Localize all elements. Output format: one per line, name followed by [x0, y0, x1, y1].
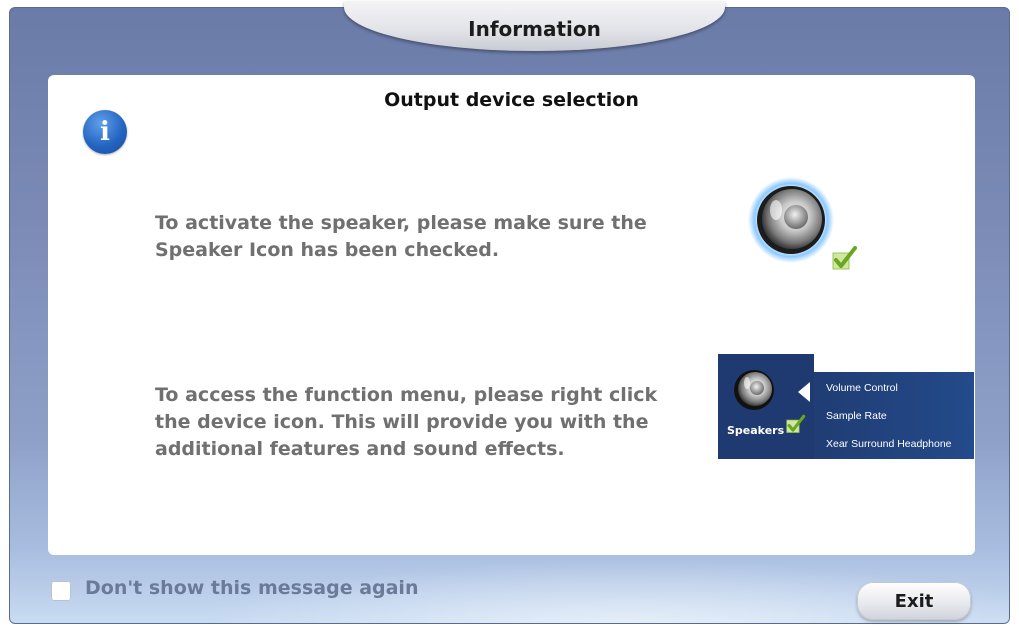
menu-item-xear-surround: Xear Surround Headphone: [826, 438, 952, 450]
device-label: Speakers: [727, 424, 785, 437]
checkmark-icon: [832, 246, 857, 270]
menu-item-volume-control: Volume Control: [826, 382, 898, 394]
information-window: Information i Output device selection To…: [9, 1, 1010, 624]
device-icon-box: Speakers: [718, 354, 814, 459]
dont-show-label[interactable]: Don't show this message again: [85, 577, 418, 599]
speaker-icon: [734, 370, 774, 410]
instruction-paragraph-2: To access the function menu, please righ…: [155, 384, 658, 460]
speaker-icon: [748, 177, 834, 263]
info-icon: i: [83, 110, 127, 154]
dont-show-checkbox[interactable]: [51, 581, 71, 601]
title-tab: Information: [344, 1, 725, 51]
menu-pointer: [798, 382, 810, 402]
content-panel: i Output device selection To activate th…: [48, 75, 975, 555]
exit-button[interactable]: Exit: [857, 582, 971, 620]
menu-item-sample-rate: Sample Rate: [826, 410, 887, 422]
instruction-paragraph-1: To activate the speaker, please make sur…: [155, 212, 647, 261]
function-menu: Volume Control Sample Rate Xear Surround…: [814, 372, 974, 459]
function-menu-illustration: Speakers Volume Control Sample Rate Xear…: [718, 354, 974, 459]
panel-heading: Output device selection: [384, 89, 639, 111]
checkmark-icon: [786, 414, 806, 433]
window-title: Information: [468, 17, 601, 41]
